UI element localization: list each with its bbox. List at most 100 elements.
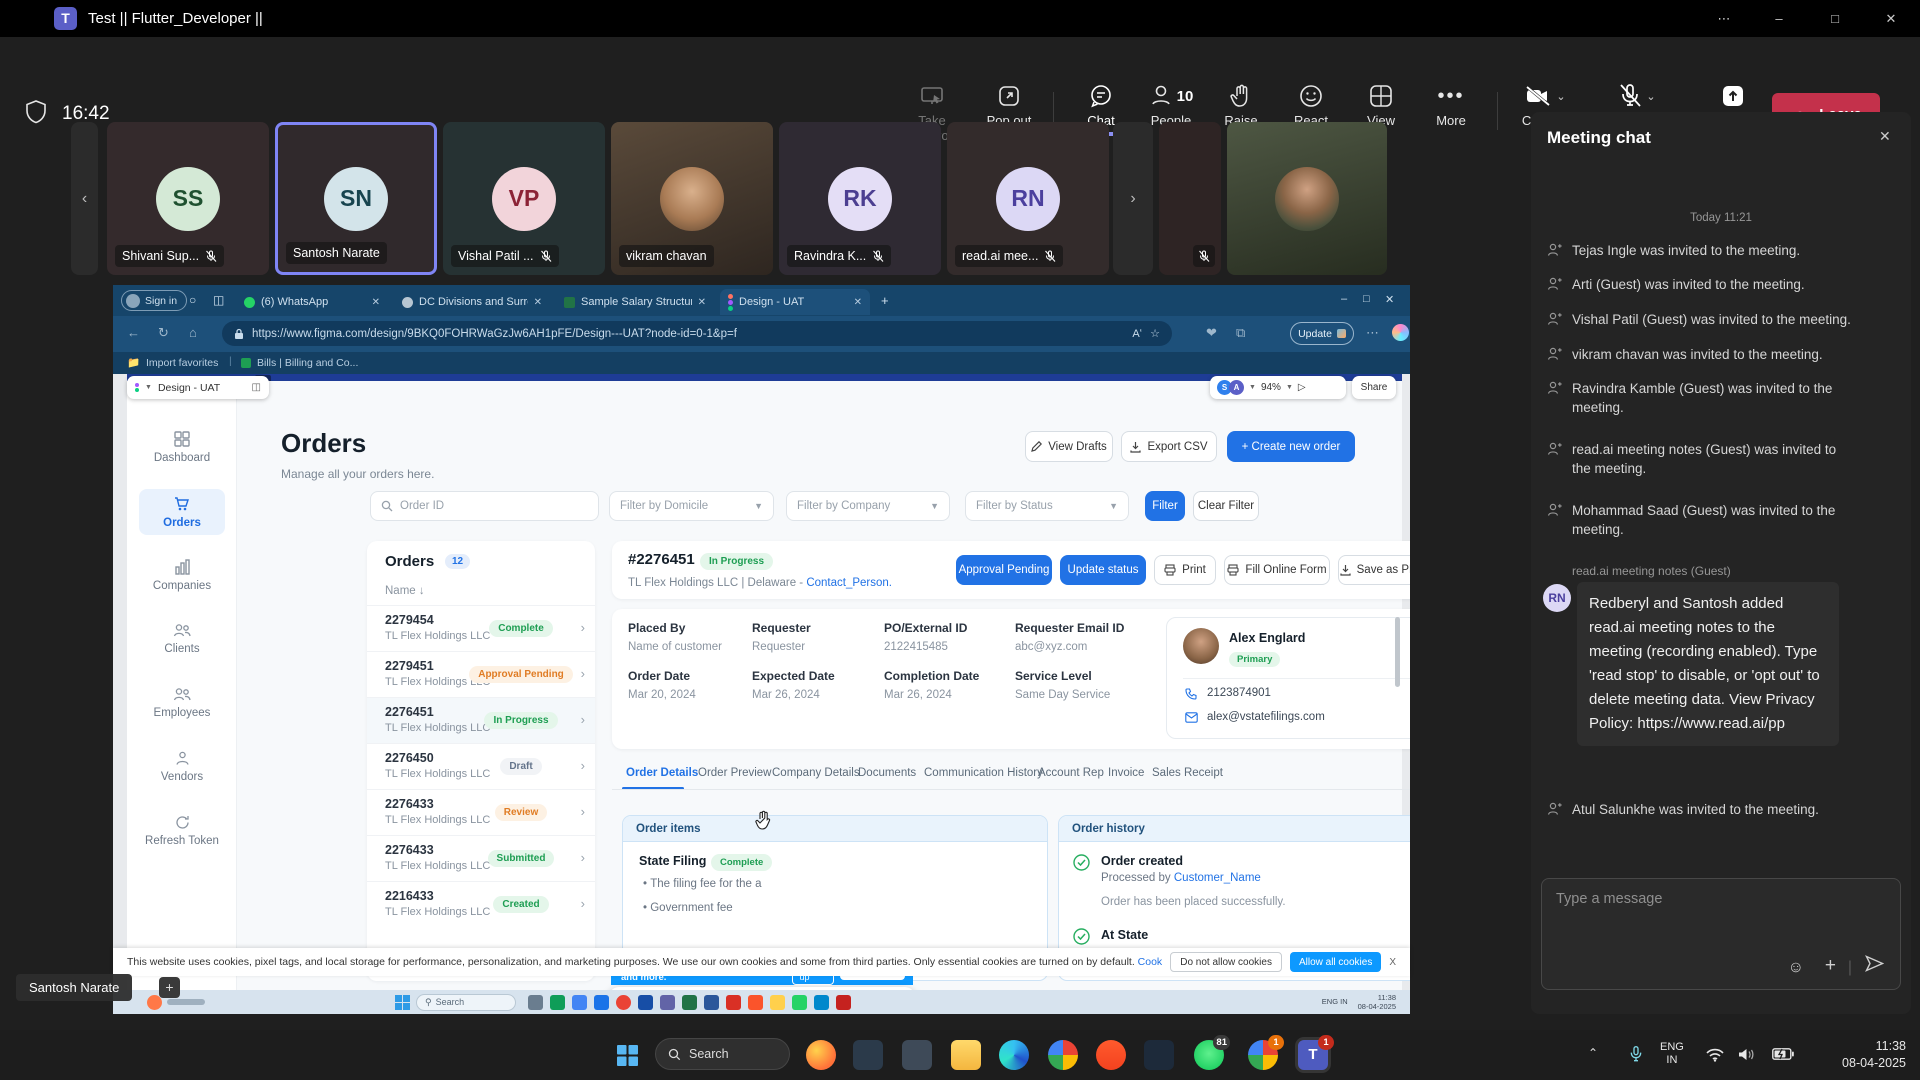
taskbar-app-icon[interactable] bbox=[853, 1040, 883, 1070]
mic-options-chevron-icon[interactable]: ⌄ bbox=[1646, 90, 1655, 103]
contact-email[interactable]: alex@vstatefilings.com bbox=[1207, 711, 1325, 723]
taskbar-app-chrome[interactable] bbox=[1048, 1040, 1078, 1070]
update-button[interactable]: Update bbox=[1290, 322, 1354, 345]
participant-tile[interactable]: VP Vishal Patil ... bbox=[443, 122, 605, 275]
contact-person-link[interactable]: Contact_Person. bbox=[806, 577, 892, 589]
app-icon[interactable] bbox=[814, 995, 829, 1010]
browser-tab[interactable]: DC Divisions and Surroundings ✕ bbox=[394, 289, 550, 315]
create-new-order-button[interactable]: + Create new order bbox=[1227, 431, 1355, 462]
taskbar-search-box[interactable]: Search bbox=[655, 1038, 790, 1070]
tab-invoice[interactable]: Invoice bbox=[1108, 767, 1144, 779]
window-maximize-button[interactable]: □ bbox=[1812, 8, 1858, 30]
app-icon[interactable] bbox=[726, 995, 741, 1010]
participant-tile[interactable]: RK Ravindra K... bbox=[779, 122, 941, 275]
read-aloud-icon[interactable]: Aʻ bbox=[1132, 328, 1142, 340]
send-icon[interactable] bbox=[1865, 955, 1884, 977]
taskbar-app-icon[interactable] bbox=[902, 1040, 932, 1070]
filter-domicile-select[interactable]: Filter by Domicile ▼ bbox=[609, 491, 774, 521]
app-icon[interactable] bbox=[836, 995, 851, 1010]
app-icon[interactable] bbox=[704, 995, 719, 1010]
tab-sales-receipt[interactable]: Sales Receipt bbox=[1152, 767, 1223, 779]
app-icon[interactable] bbox=[770, 995, 785, 1010]
app-icon[interactable] bbox=[528, 995, 543, 1010]
update-status-button[interactable]: Update status bbox=[1060, 555, 1146, 585]
app-icon[interactable] bbox=[594, 995, 609, 1010]
window-menu-dots-icon[interactable]: ⋯ bbox=[1701, 8, 1747, 30]
view-button[interactable]: View bbox=[1346, 81, 1416, 128]
app-icon[interactable] bbox=[682, 995, 697, 1010]
app-icon[interactable] bbox=[748, 995, 763, 1010]
chevron-down-icon[interactable]: ▼ bbox=[1286, 384, 1293, 391]
window-close-button[interactable]: ✕ bbox=[1868, 8, 1914, 30]
tray-clock[interactable]: 11:3808-04-2025 bbox=[1842, 1038, 1906, 1072]
figma-doc-pill[interactable]: ▼ Design - UAT ◫ bbox=[127, 376, 269, 399]
order-row[interactable]: 2279454TL Flex Holdings LLC Complete› bbox=[367, 605, 595, 651]
react-button[interactable]: React bbox=[1276, 81, 1346, 128]
app-icon[interactable] bbox=[550, 995, 565, 1010]
shared-search-box[interactable]: ⚲ Search bbox=[416, 994, 516, 1011]
print-button[interactable]: Print bbox=[1154, 555, 1216, 585]
pop-out-button[interactable]: Pop out bbox=[974, 81, 1044, 128]
app-icon[interactable] bbox=[638, 995, 653, 1010]
deny-cookies-button[interactable]: Do not allow cookies bbox=[1170, 952, 1282, 972]
layout-icon[interactable]: ◫ bbox=[252, 382, 261, 393]
favorite-star-icon[interactable]: ☆ bbox=[1150, 327, 1160, 340]
start-icon[interactable] bbox=[395, 995, 410, 1010]
bookmark-label[interactable]: Bills | Billing and Co... bbox=[257, 357, 358, 369]
sidebar-item-refresh-token[interactable]: Refresh Token bbox=[133, 815, 231, 847]
page-scrollbar-thumb[interactable] bbox=[1395, 617, 1400, 687]
collaborator-avatar[interactable]: A bbox=[1229, 380, 1244, 395]
participant-tile-active-speaker[interactable]: SN Santosh Narate bbox=[275, 122, 437, 275]
column-header-name[interactable]: Name ↓ bbox=[385, 585, 425, 597]
approval-pending-button[interactable]: Approval Pending bbox=[956, 555, 1052, 585]
taskbar-app-folder[interactable] bbox=[951, 1040, 981, 1070]
start-button-icon[interactable] bbox=[617, 1045, 638, 1066]
more-button[interactable]: ••• More bbox=[1416, 81, 1486, 128]
order-row[interactable]: 2276433TL Flex Holdings LLC Submitted› bbox=[367, 835, 595, 881]
refresh-icon[interactable]: ↻ bbox=[158, 325, 169, 341]
sidebar-item-dashboard[interactable]: Dashboard bbox=[133, 431, 231, 464]
browser-essentials-icon[interactable]: ❤︎ bbox=[1206, 325, 1217, 341]
new-tab-icon[interactable]: + bbox=[881, 293, 889, 308]
emoji-icon[interactable]: ☺ bbox=[1788, 959, 1804, 977]
zoom-level[interactable]: 94% bbox=[1261, 382, 1281, 393]
order-id-search-input[interactable]: Order ID bbox=[370, 491, 599, 521]
tray-wifi-icon[interactable] bbox=[1706, 1048, 1724, 1062]
present-icon[interactable]: ▷ bbox=[1298, 382, 1306, 393]
sidebar-item-employees[interactable]: Employees bbox=[133, 687, 231, 719]
taskbar-app-brave[interactable] bbox=[1096, 1040, 1126, 1070]
chevron-down-icon[interactable]: ▼ bbox=[145, 384, 152, 391]
workspaces-icon[interactable]: ○ bbox=[189, 293, 196, 307]
sidebar-item-companies[interactable]: Companies bbox=[133, 559, 231, 592]
import-favorites-label[interactable]: Import favorites bbox=[146, 357, 218, 369]
people-button[interactable]: 10 People bbox=[1136, 81, 1206, 128]
tab-close-icon[interactable]: ✕ bbox=[372, 297, 380, 308]
order-row[interactable]: 2216433TL Flex Holdings LLC Created› bbox=[367, 881, 595, 927]
filter-button[interactable]: Filter bbox=[1145, 491, 1185, 521]
message-input[interactable] bbox=[1556, 891, 1856, 907]
tab-communication-history[interactable]: Communication History bbox=[924, 767, 1043, 779]
strip-next-button[interactable]: › bbox=[1113, 122, 1153, 275]
browser-maximize-icon[interactable]: □ bbox=[1363, 293, 1370, 305]
tab-company-details[interactable]: Company Details bbox=[772, 767, 860, 779]
tab-account-rep[interactable]: Account Rep bbox=[1038, 767, 1104, 779]
browser-profile-button[interactable]: Sign in bbox=[121, 290, 187, 311]
browser-close-icon[interactable]: ✕ bbox=[1385, 293, 1394, 306]
tab-order-preview[interactable]: Order Preview bbox=[698, 767, 772, 779]
app-icon[interactable] bbox=[616, 995, 631, 1010]
filter-status-select[interactable]: Filter by Status ▼ bbox=[965, 491, 1129, 521]
order-row[interactable]: 2276433TL Flex Holdings LLC Review› bbox=[367, 789, 595, 835]
tab-close-icon[interactable]: ✕ bbox=[534, 297, 542, 308]
tray-mic-icon[interactable] bbox=[1628, 1045, 1644, 1063]
participant-tile-video[interactable] bbox=[1227, 122, 1387, 275]
tray-battery-icon[interactable] bbox=[1772, 1048, 1794, 1060]
browser-more-icon[interactable]: ⋯ bbox=[1366, 325, 1379, 341]
taskbar-app-teams[interactable]: T1 bbox=[1298, 1040, 1328, 1070]
browser-tab[interactable]: (6) WhatsApp ✕ bbox=[236, 289, 388, 315]
tray-language-indicator[interactable]: ENGIN bbox=[1660, 1041, 1684, 1067]
participant-tile[interactable]: RN read.ai mee... bbox=[947, 122, 1109, 275]
browser-tab-active[interactable]: Design - UAT ✕ bbox=[720, 289, 870, 315]
customer-name-link[interactable]: Customer_Name bbox=[1174, 872, 1261, 884]
sidebar-item-vendors[interactable]: Vendors bbox=[133, 751, 231, 783]
chat-panel-close-icon[interactable]: ✕ bbox=[1879, 128, 1891, 145]
